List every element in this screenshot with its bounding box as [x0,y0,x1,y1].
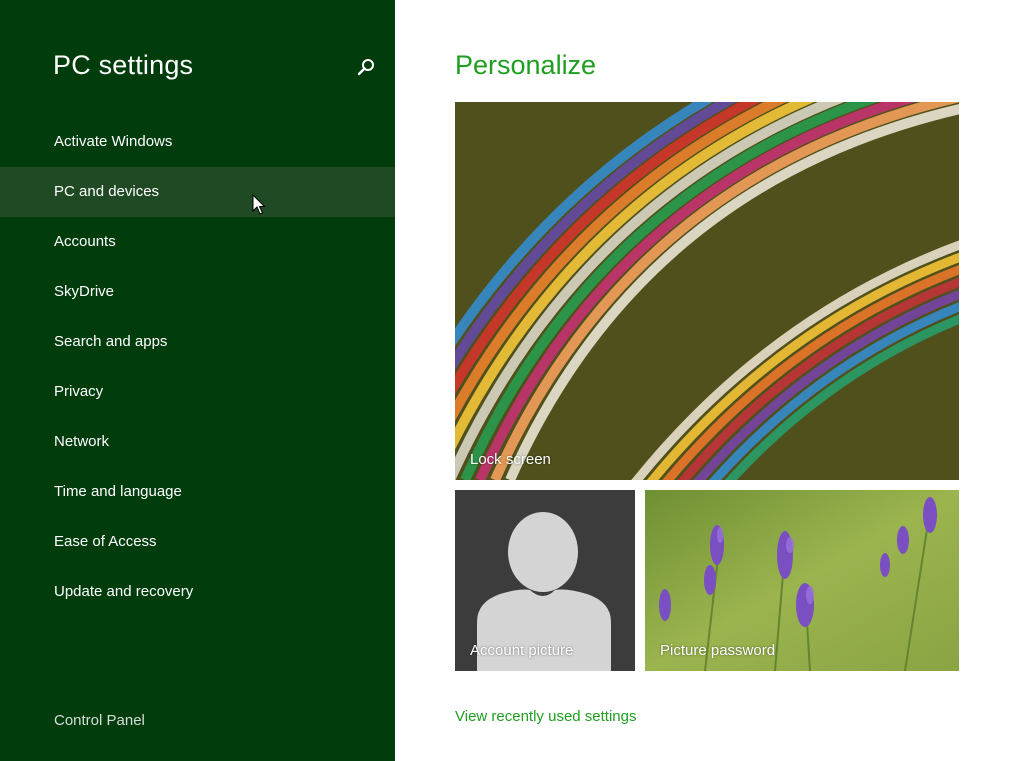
sidebar-item-accounts[interactable]: Accounts [0,217,395,267]
search-button[interactable] [352,54,380,82]
sidebar-item-pc-and-devices[interactable]: PC and devices [0,167,395,217]
sidebar-item-time-and-language[interactable]: Time and language [0,467,395,517]
lock-screen-label: Lock screen [470,451,551,468]
lock-screen-image [455,102,959,480]
mouse-cursor-icon [252,194,266,215]
sidebar-item-network[interactable]: Network [0,417,395,467]
page-title: Personalize [455,50,597,80]
search-icon [357,59,374,76]
picture-password-tile[interactable]: Picture password [645,490,959,671]
picture-password-label: Picture password [660,642,776,659]
sidebar-item-ease-of-access[interactable]: Ease of Access [0,517,395,567]
account-picture-tile[interactable]: Account picture [455,490,635,671]
sidebar-title: PC settings [53,50,194,80]
sidebar: PC settings Activate Windows PC and devi… [0,0,395,761]
view-recent-settings-link[interactable]: View recently used settings [455,708,637,725]
sidebar-item-search-and-apps[interactable]: Search and apps [0,317,395,367]
sidebar-item-activate-windows[interactable]: Activate Windows [0,117,395,167]
sidebar-item-privacy[interactable]: Privacy [0,367,395,417]
control-panel-link[interactable]: Control Panel [54,712,145,729]
sidebar-item-update-and-recovery[interactable]: Update and recovery [0,567,395,617]
account-picture-label: Account picture [470,642,574,659]
sidebar-nav: Activate Windows PC and devices Accounts… [0,117,395,617]
sidebar-item-skydrive[interactable]: SkyDrive [0,267,395,317]
lock-screen-tile[interactable]: Lock screen [455,102,959,480]
